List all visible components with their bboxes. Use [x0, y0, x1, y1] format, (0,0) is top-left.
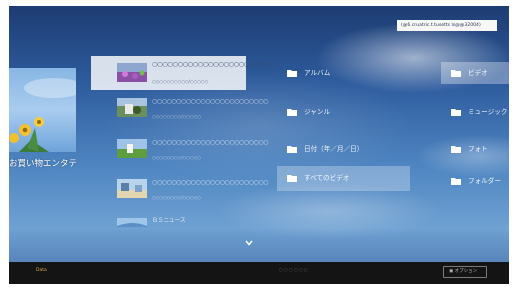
media-browser-screen: (@6.cruatric.t.tusetts ls@@32004) お買い物エン…: [9, 6, 509, 284]
recent-thumbnail: [117, 63, 147, 82]
menu-item-music[interactable]: ミュージック: [441, 101, 509, 123]
recent-thumbnail: [117, 139, 147, 158]
recent-title: ＢＳニュース: [152, 217, 186, 224]
recent-meta: ○○○○○○○○/○○○○○: [152, 114, 201, 119]
folder-icon: [451, 178, 461, 185]
recent-title: ○○○○○○○○○○○○○○○○○○○○○○○○: [152, 139, 269, 146]
menu-label: ビデオ: [468, 69, 488, 77]
menu-label: すべてのビデオ: [304, 174, 350, 182]
menu-item-album[interactable]: アルバム: [277, 62, 399, 84]
folder-icon: [451, 109, 461, 116]
recent-title: ○○○○○○○○○○○○○○○○○○○○○○○○: [152, 98, 269, 105]
menu-label: アルバム: [304, 69, 331, 77]
recent-meta: ○○○○○○○○/○○○○○: [152, 155, 201, 160]
recent-thumbnail: [117, 98, 147, 117]
folder-icon: [287, 175, 297, 182]
folder-icon: [451, 146, 461, 153]
folder-icon: [287, 109, 297, 116]
option-button[interactable]: ▣ オプション: [443, 266, 487, 278]
menu-label: フォト: [468, 145, 488, 153]
scroll-down-arrow-icon[interactable]: [245, 231, 253, 250]
menu-label: ジャンル: [304, 108, 331, 116]
menu-item-genre[interactable]: ジャンル: [277, 101, 399, 123]
recent-title: ○○○○○○○○○○○○○○○○○○○○○○○○: [152, 179, 269, 186]
menu-label: フォルダー: [468, 177, 501, 185]
folder-icon: [287, 70, 297, 77]
recent-thumbnail: [117, 179, 147, 198]
menu-item-date[interactable]: 日付（年／月／日）: [277, 138, 399, 160]
page-indicator: ○○○○○○: [279, 268, 309, 273]
menu-item-folder[interactable]: フォルダー: [441, 170, 509, 192]
featured-thumbnail[interactable]: [9, 68, 76, 152]
recent-thumbnail: [117, 215, 147, 227]
bottom-left-label: Data: [36, 268, 47, 273]
recent-item[interactable]: ○○○○○○○○○○○○○○○○○○○○○○○○ ○○○○○○○○○○/○○○○…: [91, 56, 275, 90]
menu-item-video[interactable]: ビデオ: [441, 62, 509, 84]
menu-label: ミュージック: [468, 108, 508, 116]
featured-title: お買い物エンタテ: [9, 159, 78, 169]
recent-meta: ○○○○○○○○○○/○○○○○: [152, 79, 209, 84]
account-id-field: (@6.cruatric.t.tusetts ls@@32004): [397, 20, 497, 31]
recent-meta: ○○○○○○○○/○○○○○: [152, 195, 201, 200]
bottom-bar: Data ○○○○○○ ▣ オプション: [9, 262, 509, 284]
menu-label: 日付（年／月／日）: [304, 145, 364, 153]
folder-icon: [451, 70, 461, 77]
recent-title: ○○○○○○○○○○○○○○○○○○○○○○○○: [152, 61, 275, 68]
menu-item-photo[interactable]: フォト: [441, 138, 509, 160]
folder-icon: [287, 146, 297, 153]
menu-item-all-videos[interactable]: すべてのビデオ: [277, 166, 410, 191]
